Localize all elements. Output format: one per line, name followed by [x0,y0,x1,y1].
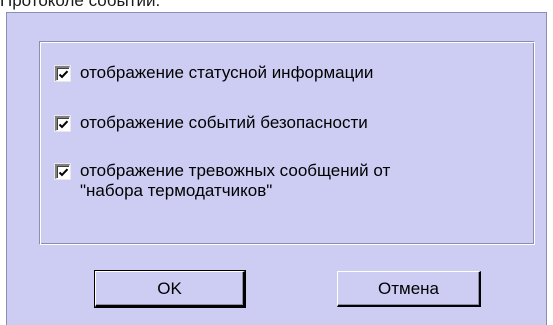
checkbox-security-events[interactable] [55,116,70,131]
settings-dialog: отображение статусной информации отображ… [6,12,547,325]
option-thermal-alarms[interactable]: отображение тревожных сообщений от "набо… [55,161,390,201]
ok-button[interactable]: OK [94,270,246,308]
option-security-events-label: отображение событий безопасности [80,113,368,132]
cancel-button[interactable]: Отмена [337,271,481,307]
option-security-events[interactable]: отображение событий безопасности [55,113,368,133]
option-thermal-alarms-label: отображение тревожных сообщений от "набо… [80,161,391,200]
partial-caption-text: Протоколе событий. [0,0,161,10]
check-mark-icon [58,168,68,176]
check-mark-icon [58,70,68,78]
checkbox-thermal-alarms[interactable] [55,164,70,179]
checkbox-status-info[interactable] [55,66,70,81]
check-mark-icon [58,120,68,128]
option-status-info-label: отображение статусной информации [80,63,374,82]
option-status-info[interactable]: отображение статусной информации [55,63,373,83]
